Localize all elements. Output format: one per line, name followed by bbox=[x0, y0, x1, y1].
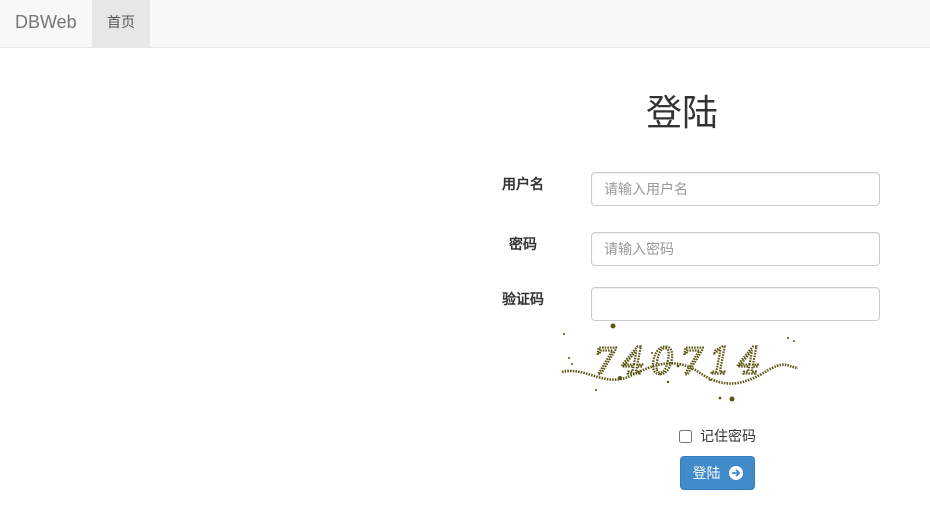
login-button-label: 登陆 bbox=[692, 465, 721, 481]
circle-arrow-right-icon bbox=[728, 466, 743, 480]
captcha-text: 740714 bbox=[593, 342, 766, 383]
password-input[interactable] bbox=[591, 232, 880, 266]
captcha-input[interactable] bbox=[591, 287, 880, 321]
login-title: 登陆 bbox=[645, 92, 718, 133]
remember-password[interactable]: 记住密码 bbox=[679, 427, 756, 445]
nav-item-home[interactable]: 首页 bbox=[92, 0, 150, 47]
remember-label: 记住密码 bbox=[700, 428, 756, 444]
username-input[interactable] bbox=[591, 172, 880, 206]
remember-checkbox[interactable] bbox=[679, 429, 692, 443]
brand-link[interactable]: DBWeb bbox=[15, 0, 77, 47]
captcha-label: 验证码 bbox=[502, 291, 544, 307]
top-navbar: DBWeb 首页 bbox=[0, 0, 930, 48]
password-label: 密码 bbox=[509, 236, 537, 252]
captcha-image[interactable]: 740714 bbox=[560, 318, 800, 402]
username-label: 用户名 bbox=[502, 176, 544, 192]
login-button[interactable]: 登陆 bbox=[680, 456, 755, 490]
